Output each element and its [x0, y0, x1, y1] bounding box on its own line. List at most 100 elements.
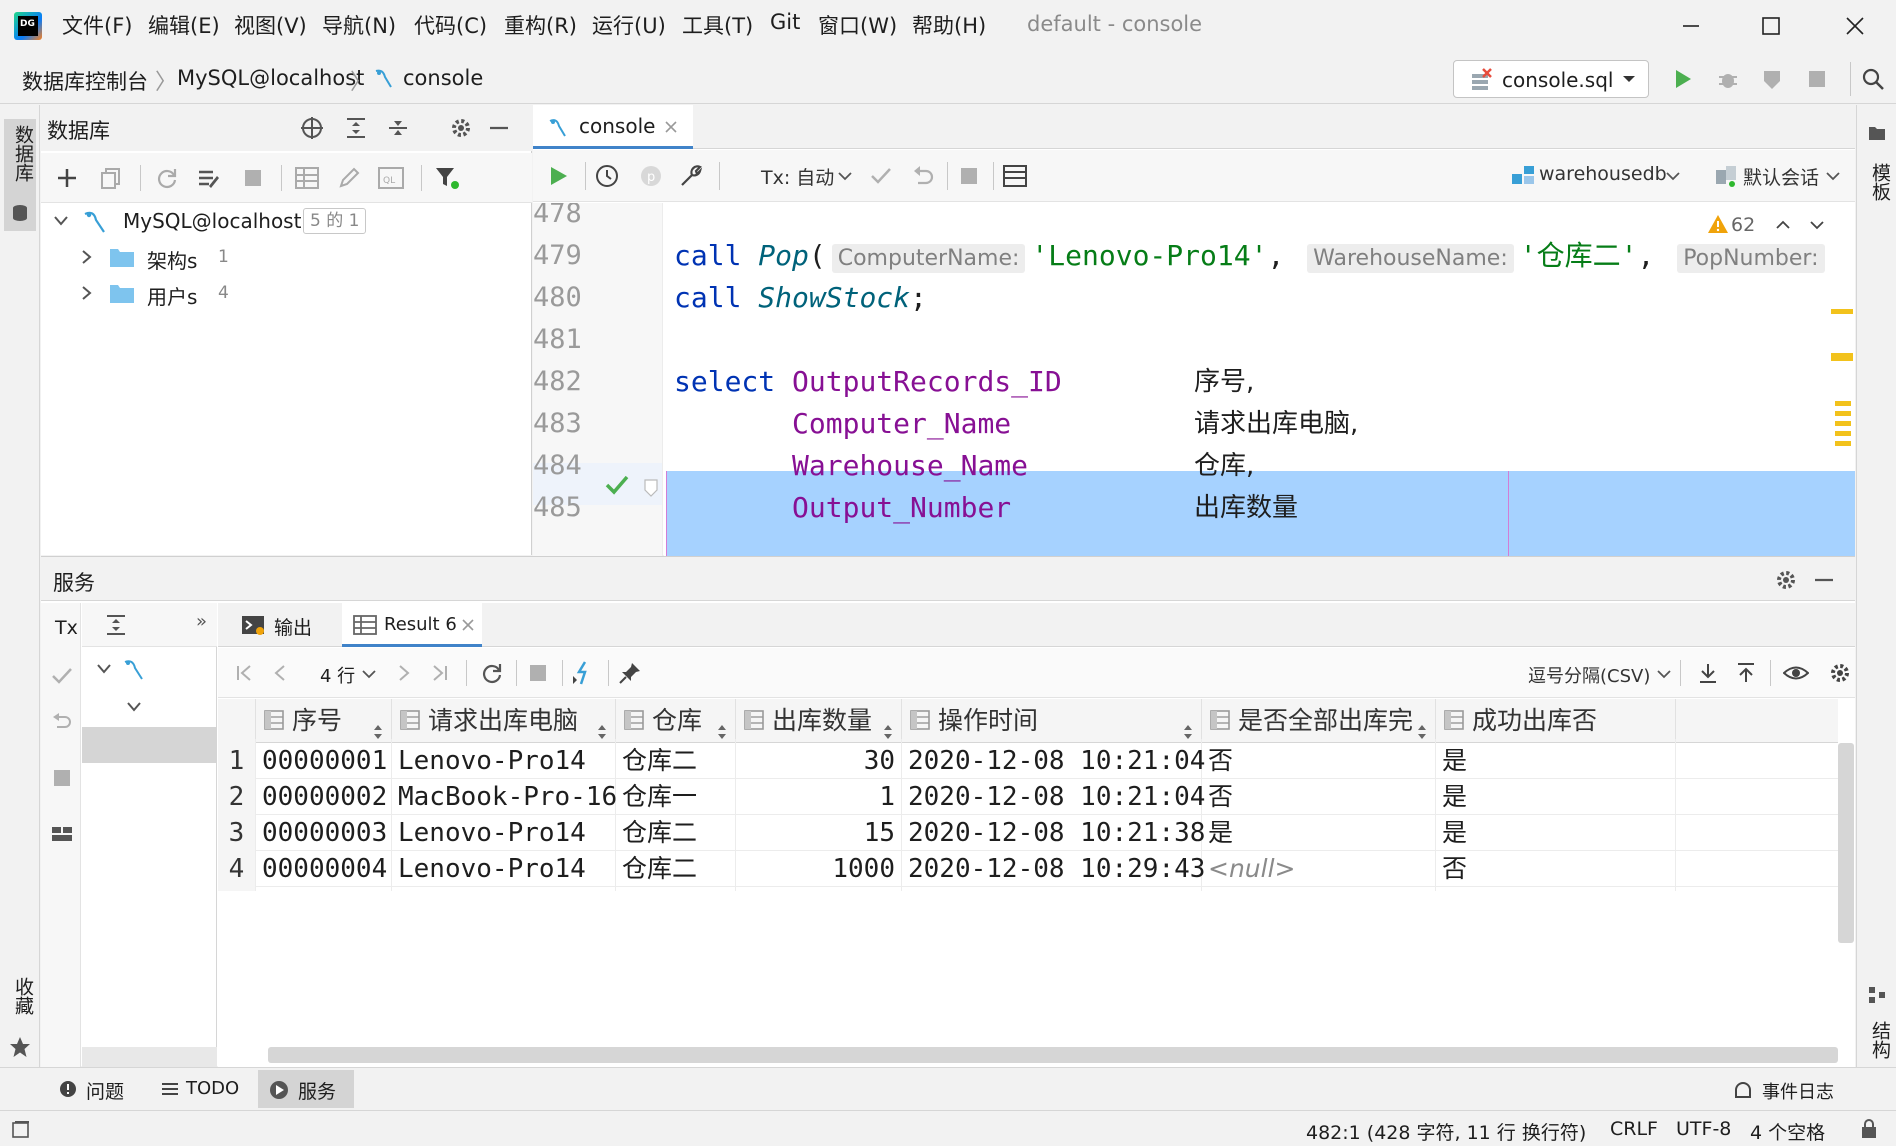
- table-icon[interactable]: [291, 162, 323, 194]
- table-cell[interactable]: 否: [1436, 847, 1676, 891]
- breadcrumb-console-root[interactable]: 数据库控制台: [22, 66, 148, 96]
- maximize-icon[interactable]: [1746, 8, 1796, 44]
- todo-tool-tab[interactable]: TODO: [156, 1072, 256, 1106]
- table-cell[interactable]: 1000: [736, 847, 902, 891]
- services-tree-selected-row[interactable]: [82, 727, 217, 763]
- menu-item[interactable]: 编辑(E): [148, 10, 220, 40]
- caret-position[interactable]: 482:1 (428 字符, 11 行 换行符): [1306, 1118, 1586, 1145]
- minimize-icon[interactable]: [1666, 8, 1716, 44]
- locate-icon[interactable]: [297, 113, 327, 143]
- gear-icon[interactable]: [1771, 565, 1801, 595]
- column-header[interactable]: 仓库: [616, 699, 736, 743]
- debug-icon[interactable]: [1713, 64, 1743, 94]
- schema-selector[interactable]: warehousedb: [1539, 163, 1667, 185]
- chevron-up-icon[interactable]: [1773, 215, 1793, 235]
- hide-panel-icon[interactable]: [1809, 565, 1839, 595]
- tree-node-datasource[interactable]: MySQL@localhost 5 的 1: [41, 203, 532, 239]
- tab-console[interactable]: console: [533, 105, 693, 149]
- prev-page-icon[interactable]: [264, 657, 296, 689]
- menu-item[interactable]: 窗口(W): [818, 10, 897, 40]
- column-header[interactable]: 操作时间: [902, 699, 1202, 743]
- export-format-selector[interactable]: 逗号分隔(CSV): [1528, 662, 1650, 688]
- menu-item[interactable]: 运行(U): [592, 10, 666, 40]
- gear-icon[interactable]: [1824, 657, 1856, 689]
- rollback-icon[interactable]: [907, 160, 939, 192]
- gear-icon[interactable]: [446, 113, 476, 143]
- menu-item[interactable]: 帮助(H): [912, 10, 986, 40]
- table-row[interactable]: 3 00000003 Lenovo-Pro14 仓库二 15 2020-12-08 10:…: [218, 811, 1838, 855]
- stop-icon[interactable]: [237, 162, 269, 194]
- commit-icon[interactable]: [49, 663, 75, 689]
- file-encoding[interactable]: UTF-8: [1676, 1118, 1731, 1140]
- tab-output[interactable]: 输出: [218, 603, 328, 647]
- commit-icon[interactable]: [865, 160, 897, 192]
- breadcrumb-console[interactable]: console: [403, 66, 483, 90]
- explain-plan-icon[interactable]: p: [635, 160, 667, 192]
- tab-result[interactable]: Result 6: [342, 603, 482, 647]
- services-tool-tab[interactable]: 服务: [258, 1070, 354, 1108]
- output-layout-icon[interactable]: [999, 160, 1031, 192]
- column-header[interactable]: 请求出库电脑: [392, 699, 616, 743]
- download-icon[interactable]: [1692, 657, 1724, 689]
- search-icon[interactable]: [1858, 64, 1888, 94]
- schema-settings-icon[interactable]: [193, 162, 225, 194]
- menu-item[interactable]: 代码(C): [414, 10, 487, 40]
- coverage-icon[interactable]: [1757, 64, 1787, 94]
- warning-count[interactable]: 62: [1731, 214, 1755, 236]
- refresh-icon[interactable]: [476, 657, 508, 689]
- close-tab-icon[interactable]: [661, 117, 681, 137]
- compare-icon[interactable]: [568, 657, 600, 689]
- table-cell[interactable]: 2020-12-08 10:29:43: [902, 847, 1205, 891]
- chevron-down-icon[interactable]: [124, 697, 144, 717]
- chevron-down-icon[interactable]: [51, 211, 71, 231]
- menu-item[interactable]: 文件(F): [62, 10, 132, 40]
- duplicate-icon[interactable]: [95, 162, 127, 194]
- more-icon[interactable]: »: [196, 611, 207, 632]
- tx-button[interactable]: Tx: [55, 617, 78, 639]
- history-icon[interactable]: [591, 160, 623, 192]
- eye-icon[interactable]: [1780, 657, 1812, 689]
- column-header[interactable]: 成功出库否: [1436, 699, 1676, 743]
- next-page-icon[interactable]: [388, 657, 420, 689]
- filter-icon[interactable]: [431, 162, 463, 194]
- database-tool-tab[interactable]: 数据库: [4, 119, 36, 231]
- query-console-icon[interactable]: QL: [375, 162, 407, 194]
- execute-icon[interactable]: [543, 160, 575, 192]
- chevron-down-icon[interactable]: [1807, 215, 1827, 235]
- refresh-icon[interactable]: [151, 162, 183, 194]
- table-cell[interactable]: Lenovo-Pro14: [392, 847, 616, 891]
- upload-icon[interactable]: [1730, 657, 1762, 689]
- menu-item[interactable]: 重构(R): [504, 10, 577, 40]
- hide-panel-icon[interactable]: [484, 113, 514, 143]
- run-config-selector[interactable]: console.sql: [1453, 60, 1649, 98]
- table-row[interactable]: 4 00000004 Lenovo-Pro14 仓库二 1000 2020-12-08 1…: [218, 847, 1838, 891]
- tree-node-group[interactable]: 用户s 4: [41, 275, 532, 311]
- wrench-icon[interactable]: [675, 160, 707, 192]
- fold-icon[interactable]: [643, 477, 659, 499]
- stop-icon[interactable]: [522, 657, 554, 689]
- expand-all-icon[interactable]: [341, 113, 371, 143]
- stop-icon[interactable]: [1802, 64, 1832, 94]
- problems-tool-tab[interactable]: 问题: [52, 1072, 142, 1106]
- column-header[interactable]: 是否全部出库完: [1202, 699, 1436, 743]
- close-icon[interactable]: [1830, 8, 1880, 44]
- close-tab-icon[interactable]: [458, 615, 478, 635]
- layout-icon[interactable]: [49, 821, 75, 847]
- add-icon[interactable]: [51, 162, 83, 194]
- table-row[interactable]: 2 00000002 MacBook-Pro-16 仓库一 1 2020-12-08 10…: [218, 775, 1838, 819]
- tx-mode-selector[interactable]: Tx: 自动: [761, 163, 834, 190]
- horizontal-scrollbar[interactable]: [268, 1047, 1838, 1063]
- menu-item[interactable]: Git: [770, 10, 800, 34]
- pin-icon[interactable]: [614, 657, 646, 689]
- code-area[interactable]: call Pop(ComputerName: 'Lenovo-Pro14', Wa…: [664, 203, 1855, 556]
- chevron-right-icon[interactable]: [77, 247, 97, 267]
- collapse-all-icon[interactable]: [383, 113, 413, 143]
- event-log-tool-tab[interactable]: 事件日志: [1730, 1072, 1850, 1106]
- line-separator[interactable]: CRLF: [1610, 1118, 1658, 1140]
- expand-all-icon[interactable]: [102, 611, 130, 639]
- vertical-scrollbar[interactable]: [1838, 743, 1854, 943]
- session-selector[interactable]: 默认会话: [1743, 163, 1819, 190]
- row-count-selector[interactable]: 4 行: [320, 662, 355, 688]
- rollback-icon[interactable]: [49, 709, 75, 735]
- breadcrumb-datasource[interactable]: MySQL@localhost: [177, 66, 364, 90]
